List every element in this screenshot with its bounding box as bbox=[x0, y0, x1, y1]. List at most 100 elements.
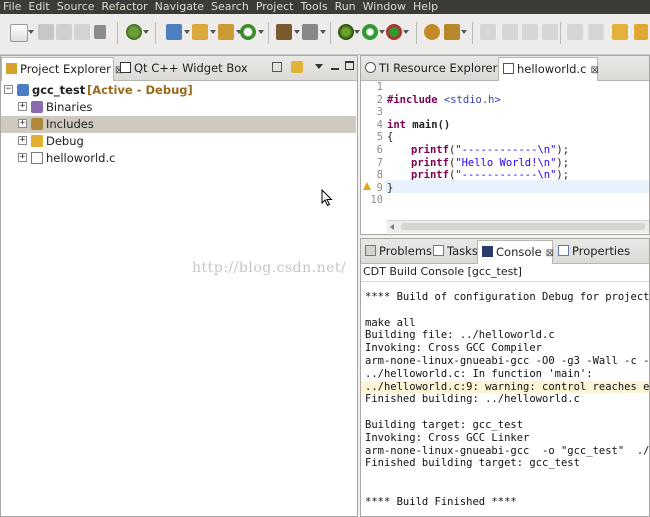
menu-edit[interactable]: Edit bbox=[25, 0, 53, 14]
search-dropdown-icon[interactable] bbox=[461, 30, 467, 34]
tree-item-binaries[interactable]: + Binaries bbox=[1, 99, 356, 116]
save-icon[interactable] bbox=[38, 24, 54, 40]
next-annotation-icon[interactable] bbox=[567, 24, 583, 40]
editor-horizontal-scrollbar[interactable] bbox=[387, 220, 649, 233]
new-folder-icon[interactable] bbox=[192, 24, 208, 40]
debug-config-dropdown-icon[interactable] bbox=[143, 30, 149, 34]
back-icon[interactable] bbox=[634, 24, 648, 40]
main-toolbar bbox=[0, 14, 650, 55]
format-icon[interactable] bbox=[542, 24, 558, 40]
new-class-dropdown-icon[interactable] bbox=[258, 30, 264, 34]
tab-project-explorer[interactable]: Project Explorer⊠ bbox=[1, 57, 123, 81]
close-icon[interactable]: ⊠ bbox=[590, 65, 598, 76]
menu-run[interactable]: Run bbox=[332, 0, 360, 14]
new-folder-dropdown-icon[interactable] bbox=[210, 30, 216, 34]
copy-icon[interactable] bbox=[74, 24, 90, 40]
build-hammer-icon[interactable] bbox=[276, 24, 292, 40]
tree-project-gcc-test[interactable]: − gcc_test [Active - Debug] bbox=[1, 82, 356, 99]
last-edit-icon[interactable] bbox=[612, 24, 628, 40]
tree-item-debug[interactable]: + Debug bbox=[1, 133, 356, 150]
new-project-icon[interactable] bbox=[166, 24, 182, 40]
toggle-mark-icon[interactable] bbox=[480, 24, 496, 40]
tab-properties[interactable]: Properties bbox=[554, 240, 650, 262]
tab-qt-widget-box[interactable]: Qt C++ Widget Box bbox=[116, 57, 248, 79]
toolbar-separator bbox=[117, 22, 118, 44]
c-file-icon bbox=[31, 152, 43, 164]
code-text: #include <stdio.h> int main() { printf("… bbox=[387, 81, 647, 209]
expand-icon[interactable]: + bbox=[18, 102, 27, 111]
menu-source[interactable]: Source bbox=[54, 0, 99, 14]
menu-window[interactable]: Window bbox=[360, 0, 410, 14]
c-project-icon bbox=[17, 84, 29, 96]
menu-search[interactable]: Search bbox=[208, 0, 253, 14]
collapse-all-icon[interactable] bbox=[272, 62, 282, 72]
expand-icon[interactable]: + bbox=[18, 119, 27, 128]
build-dropdown-icon[interactable] bbox=[294, 30, 300, 34]
close-icon[interactable]: ⊠ bbox=[546, 248, 554, 259]
tab-tasks[interactable]: Tasks bbox=[429, 240, 478, 262]
maximize-icon[interactable] bbox=[345, 61, 354, 70]
tab-problems[interactable]: Problems bbox=[361, 240, 432, 262]
menu-help[interactable]: Help bbox=[410, 0, 442, 14]
tree-item-label: helloworld.c bbox=[46, 151, 116, 165]
external-tools-icon[interactable] bbox=[386, 24, 402, 40]
line-number: 1 bbox=[376, 81, 383, 93]
debug-dropdown-icon[interactable] bbox=[354, 30, 360, 34]
toggle-block-icon[interactable] bbox=[502, 24, 518, 40]
collapse-icon[interactable]: − bbox=[4, 85, 13, 94]
toolbar-separator bbox=[330, 22, 331, 44]
tool-dropdown-icon[interactable] bbox=[320, 30, 326, 34]
code-editor[interactable]: 1 2 3 4 5 6 7 8 9 10 #include <stdio.h> … bbox=[361, 81, 649, 209]
code-line-4: int main() bbox=[387, 119, 650, 132]
tree-item-helloworld-c[interactable]: + helloworld.c bbox=[1, 150, 356, 167]
new-file-icon[interactable] bbox=[10, 24, 28, 42]
console-line: Building file: ../helloworld.c bbox=[365, 329, 555, 342]
minimize-icon[interactable] bbox=[331, 68, 339, 70]
external-tools-dropdown-icon[interactable] bbox=[403, 30, 409, 34]
function-call: printf bbox=[411, 156, 449, 169]
previous-annotation-icon[interactable] bbox=[588, 24, 604, 40]
tab-helloworld-c[interactable]: helloworld.c ⊠ bbox=[498, 57, 599, 81]
debug-icon[interactable] bbox=[338, 24, 354, 40]
new-dropdown-icon[interactable] bbox=[28, 30, 34, 34]
line-number: 3 bbox=[376, 106, 383, 119]
tree-item-label: Includes bbox=[46, 117, 94, 131]
show-whitespace-icon[interactable] bbox=[522, 24, 538, 40]
tab-label: TI Resource Explorer bbox=[379, 61, 498, 75]
tab-ti-resource-explorer[interactable]: TI Resource Explorer bbox=[361, 57, 498, 79]
search-icon[interactable] bbox=[444, 24, 460, 40]
new-project-dropdown-icon[interactable] bbox=[184, 30, 190, 34]
tab-label: Properties bbox=[572, 244, 631, 258]
link-editor-icon[interactable] bbox=[291, 61, 303, 73]
scroll-left-icon[interactable] bbox=[390, 224, 394, 230]
menu-refactor[interactable]: Refactor bbox=[99, 0, 152, 14]
open-type-icon[interactable] bbox=[424, 24, 440, 40]
toolbar-separator bbox=[155, 22, 156, 44]
run-dropdown-icon[interactable] bbox=[379, 30, 385, 34]
tree-item-includes[interactable]: + Includes bbox=[1, 116, 356, 133]
tab-console[interactable]: Console ⊠ bbox=[477, 240, 554, 264]
console-output[interactable]: **** Build of configuration Debug for pr… bbox=[361, 291, 649, 517]
new-source-icon[interactable] bbox=[218, 24, 234, 40]
print-icon[interactable] bbox=[94, 25, 106, 39]
tool-icon[interactable] bbox=[302, 24, 318, 40]
menu-file[interactable]: File bbox=[0, 0, 25, 14]
line-number: 2 bbox=[376, 93, 383, 106]
new-class-icon[interactable] bbox=[240, 24, 256, 40]
run-icon[interactable] bbox=[362, 24, 378, 40]
debug-config-icon[interactable] bbox=[126, 24, 142, 40]
view-menu-icon[interactable] bbox=[315, 64, 323, 69]
tree-item-label: Binaries bbox=[46, 100, 93, 114]
console-line: ../helloworld.c: In function 'main': bbox=[365, 367, 593, 380]
line-number: 6 bbox=[376, 144, 383, 156]
menu-tools[interactable]: Tools bbox=[297, 0, 331, 14]
menu-project[interactable]: Project bbox=[253, 0, 298, 14]
menu-navigate[interactable]: Navigate bbox=[152, 0, 208, 14]
scrollbar-thumb[interactable] bbox=[401, 223, 645, 230]
expand-icon[interactable]: + bbox=[18, 136, 27, 145]
save-all-icon[interactable] bbox=[56, 24, 72, 40]
console-line: Invoking: Cross GCC Compiler bbox=[365, 342, 543, 355]
code-line-2: #include <stdio.h> bbox=[387, 94, 650, 107]
expand-icon[interactable]: + bbox=[18, 153, 27, 162]
console-icon bbox=[482, 246, 493, 257]
